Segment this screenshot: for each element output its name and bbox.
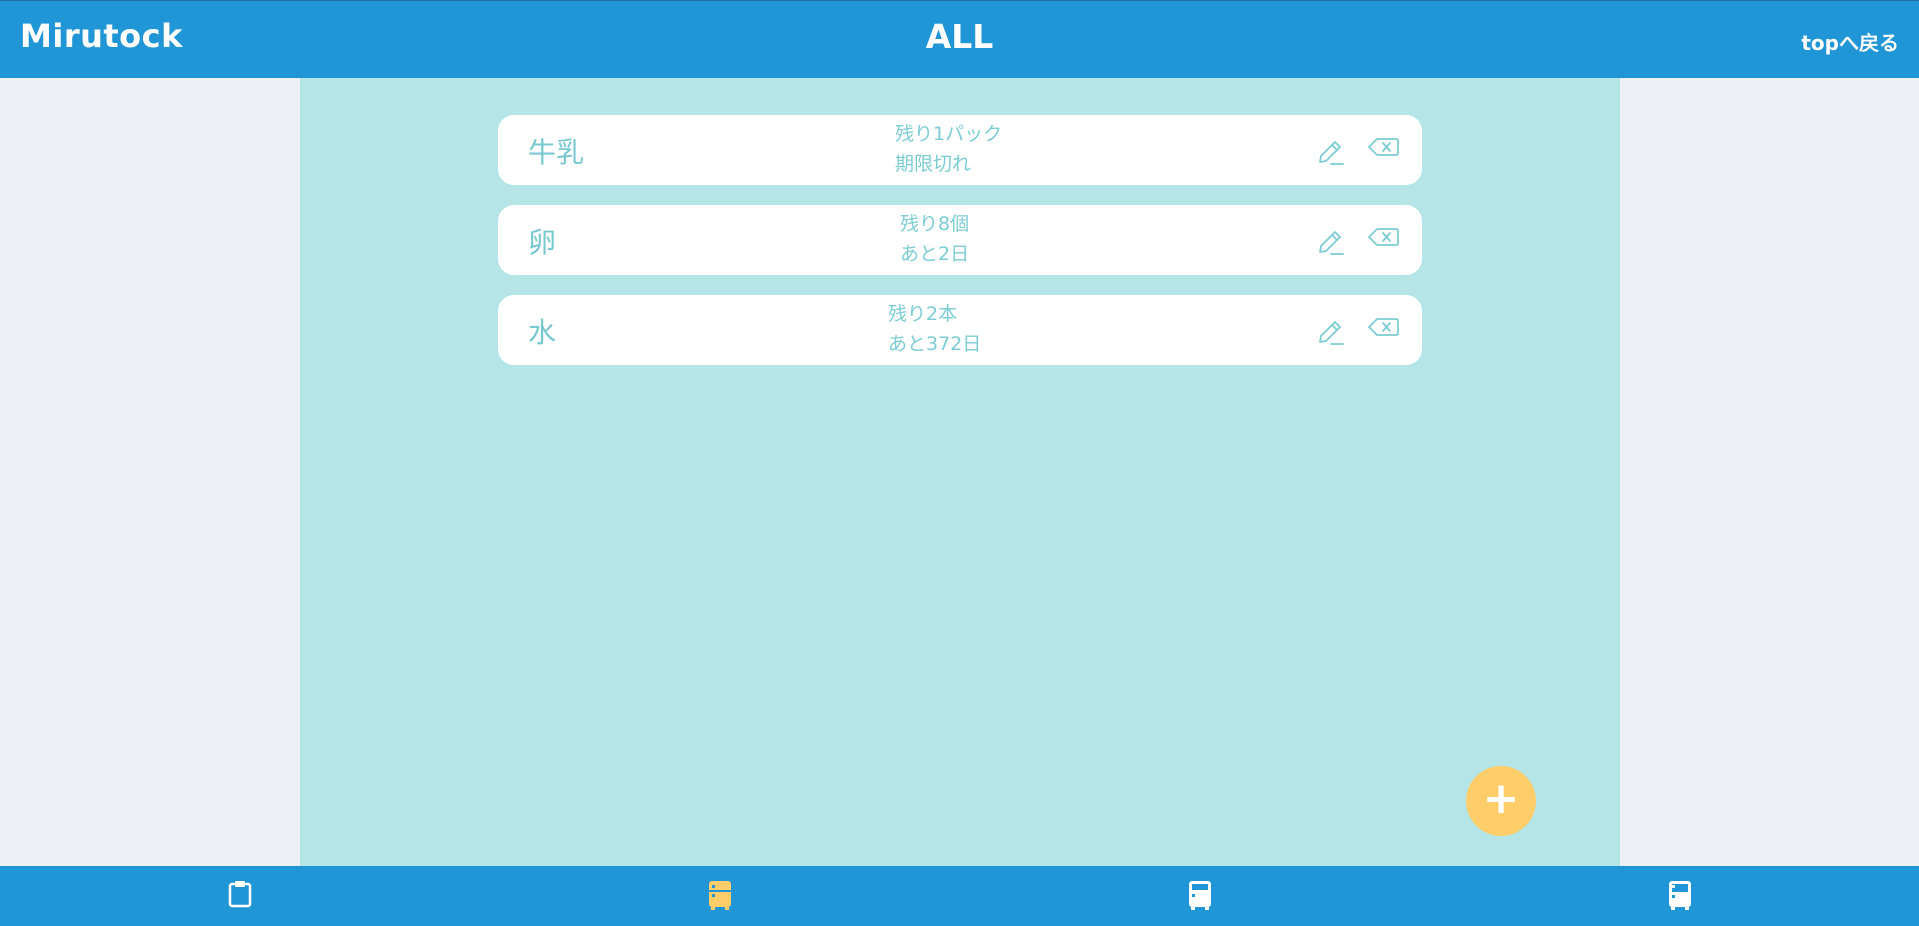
app-header: Mirutock ALL topへ戻る [0, 0, 1919, 78]
nav-item-fridge-3[interactable] [1660, 876, 1700, 916]
pencil-icon [1319, 141, 1344, 165]
item-card[interactable]: 水 残り2本 あと372日 [498, 295, 1422, 365]
item-expiry: あと372日 [888, 333, 982, 355]
item-remaining: 残り8個 [900, 213, 970, 235]
delete-button[interactable] [1366, 225, 1400, 253]
item-info: 残り1パック 期限切れ [895, 119, 1002, 179]
delete-button[interactable] [1366, 315, 1400, 343]
clipboard-icon [228, 881, 252, 908]
edit-button[interactable] [1316, 317, 1346, 347]
item-remaining: 残り2本 [888, 303, 958, 325]
nav-item-fridge-all[interactable] [700, 876, 740, 916]
item-expiry: あと2日 [900, 243, 970, 265]
backspace-icon [1368, 228, 1399, 246]
delete-button[interactable] [1366, 135, 1400, 163]
pencil-icon [1319, 231, 1344, 255]
item-card[interactable]: 牛乳 残り1パック 期限切れ [498, 115, 1422, 185]
item-card[interactable]: 卵 残り8個 あと2日 [498, 205, 1422, 275]
page-title: ALL [925, 17, 994, 56]
item-info: 残り8個 あと2日 [900, 209, 969, 269]
bottom-nav [0, 866, 1919, 926]
item-name: 卵 [528, 226, 557, 259]
backspace-icon [1368, 138, 1399, 156]
edit-button[interactable] [1316, 137, 1346, 167]
item-name: 牛乳 [528, 136, 585, 169]
fridge-icon [1189, 881, 1211, 910]
nav-item-list[interactable] [220, 876, 260, 916]
nav-item-fridge-2[interactable] [1180, 876, 1220, 916]
item-info: 残り2本 あと372日 [888, 299, 981, 359]
fridge-icon [1669, 881, 1691, 910]
backspace-icon [1368, 318, 1399, 336]
back-to-top-link[interactable]: topへ戻る [1801, 27, 1899, 56]
add-item-button[interactable]: + [1466, 766, 1536, 836]
fridge-icon [709, 881, 731, 910]
item-name: 水 [528, 316, 557, 349]
item-list-panel: 牛乳 残り1パック 期限切れ 卵 残り8個 あと2日 水 残り2本 あと372日 [300, 78, 1620, 866]
item-expiry: 期限切れ [895, 153, 972, 175]
edit-button[interactable] [1316, 227, 1346, 257]
pencil-icon [1319, 321, 1344, 345]
item-remaining: 残り1パック [895, 123, 1003, 145]
